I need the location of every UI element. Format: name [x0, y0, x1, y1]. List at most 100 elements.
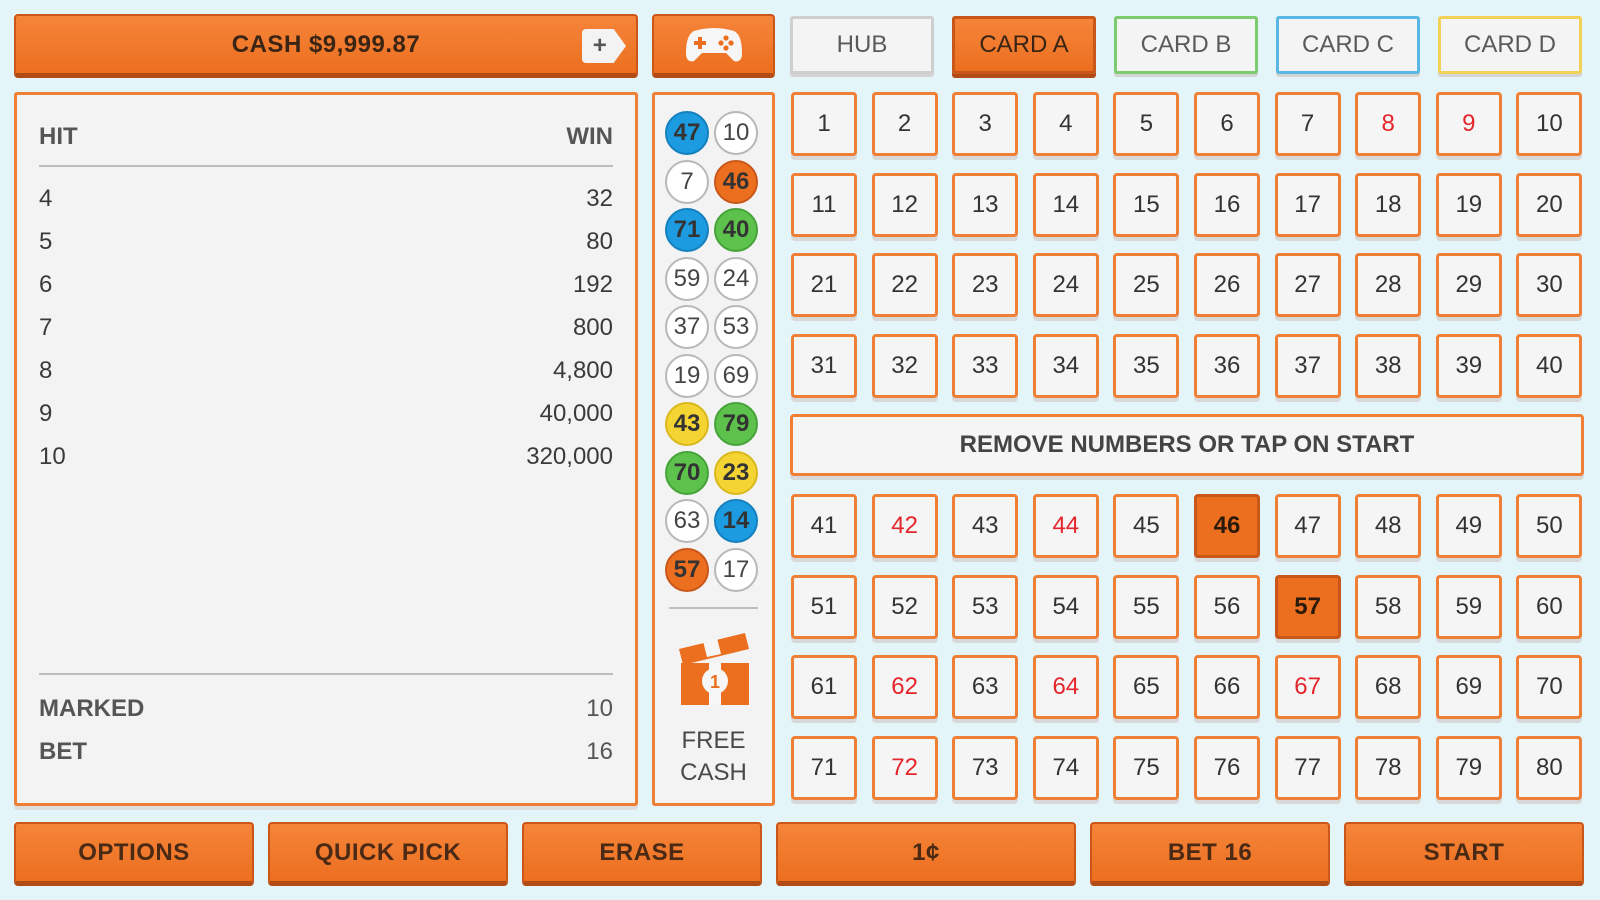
number-cell-26[interactable]: 26	[1194, 253, 1260, 317]
number-cell-6[interactable]: 6	[1194, 92, 1260, 156]
number-cell-11[interactable]: 11	[791, 172, 857, 237]
number-cell-61[interactable]: 61	[791, 655, 857, 719]
tab-card-c[interactable]: CARD C	[1276, 16, 1420, 74]
number-cell-5[interactable]: 5	[1113, 92, 1180, 156]
number-cell-2[interactable]: 2	[871, 92, 938, 156]
number-cell-15[interactable]: 15	[1113, 172, 1180, 237]
number-cell-77[interactable]: 77	[1274, 735, 1341, 800]
number-cell-30[interactable]: 30	[1516, 253, 1583, 317]
free-cash-label[interactable]: FREE CASH	[655, 725, 772, 789]
start-button[interactable]: START	[1344, 822, 1584, 886]
number-cell-75[interactable]: 75	[1113, 735, 1180, 800]
tab-card-a[interactable]: CARD A	[952, 16, 1096, 74]
tab-hub[interactable]: HUB	[790, 16, 934, 74]
number-cell-21[interactable]: 21	[791, 253, 857, 317]
tab-card-d[interactable]: CARD D	[1438, 16, 1582, 74]
number-cell-73[interactable]: 73	[952, 735, 1019, 800]
cash-display-button[interactable]: CASH $9,999.87 +	[14, 14, 638, 78]
number-cell-36[interactable]: 36	[1194, 333, 1260, 398]
number-cell-9[interactable]: 9	[1435, 92, 1502, 156]
denomination-button[interactable]: 1¢	[776, 822, 1076, 886]
number-cell-39[interactable]: 39	[1435, 333, 1502, 398]
erase-button[interactable]: ERASE	[522, 822, 762, 886]
number-cell-13[interactable]: 13	[952, 172, 1019, 237]
number-cell-41[interactable]: 41	[791, 494, 857, 558]
number-cell-79[interactable]: 79	[1435, 735, 1502, 800]
number-cell-31[interactable]: 31	[791, 333, 857, 398]
number-cell-28[interactable]: 28	[1355, 253, 1422, 317]
gift-box-icon[interactable]: 1	[673, 619, 755, 711]
number-cell-80[interactable]: 80	[1516, 735, 1583, 800]
number-cell-46[interactable]: 46	[1194, 494, 1260, 558]
number-cell-35[interactable]: 35	[1113, 333, 1180, 398]
number-cell-72[interactable]: 72	[871, 735, 938, 800]
number-cell-38[interactable]: 38	[1355, 333, 1422, 398]
number-cell-70[interactable]: 70	[1516, 655, 1583, 719]
number-cell-65[interactable]: 65	[1113, 655, 1180, 719]
number-cell-34[interactable]: 34	[1032, 333, 1099, 398]
number-cell-47[interactable]: 47	[1274, 494, 1341, 558]
options-button[interactable]: OPTIONS	[14, 822, 254, 886]
number-cell-57[interactable]: 57	[1274, 574, 1341, 639]
number-cell-22[interactable]: 22	[871, 253, 938, 317]
number-cell-44[interactable]: 44	[1032, 494, 1099, 558]
number-cell-50[interactable]: 50	[1516, 494, 1583, 558]
number-cell-78[interactable]: 78	[1355, 735, 1422, 800]
number-cell-20[interactable]: 20	[1516, 172, 1583, 237]
number-cell-45[interactable]: 45	[1113, 494, 1180, 558]
number-cell-74[interactable]: 74	[1032, 735, 1099, 800]
number-cell-14[interactable]: 14	[1032, 172, 1099, 237]
number-cell-23[interactable]: 23	[952, 253, 1019, 317]
number-cell-40[interactable]: 40	[1516, 333, 1583, 398]
number-cell-69[interactable]: 69	[1435, 655, 1502, 719]
number-cell-37[interactable]: 37	[1274, 333, 1341, 398]
number-cell-3[interactable]: 3	[952, 92, 1019, 156]
tab-card-b[interactable]: CARD B	[1114, 16, 1258, 74]
number-cell-66[interactable]: 66	[1194, 655, 1260, 719]
number-cell-52[interactable]: 52	[871, 574, 938, 639]
number-cell-49[interactable]: 49	[1435, 494, 1502, 558]
number-cell-10[interactable]: 10	[1516, 92, 1583, 156]
quick-pick-button[interactable]: QUICK PICK	[268, 822, 508, 886]
number-cell-42[interactable]: 42	[871, 494, 938, 558]
number-cell-43[interactable]: 43	[952, 494, 1019, 558]
number-cell-24[interactable]: 24	[1032, 253, 1099, 317]
number-cell-8[interactable]: 8	[1355, 92, 1422, 156]
number-cell-32[interactable]: 32	[871, 333, 938, 398]
number-cell-76[interactable]: 76	[1194, 735, 1260, 800]
number-cell-18[interactable]: 18	[1355, 172, 1422, 237]
number-cell-53[interactable]: 53	[952, 574, 1019, 639]
drawn-ball: 57	[665, 547, 709, 592]
number-cell-16[interactable]: 16	[1194, 172, 1260, 237]
number-cell-58[interactable]: 58	[1355, 574, 1422, 639]
number-cell-33[interactable]: 33	[952, 333, 1019, 398]
number-cell-12[interactable]: 12	[871, 172, 938, 237]
number-cell-54[interactable]: 54	[1032, 574, 1099, 639]
number-cell-60[interactable]: 60	[1516, 574, 1583, 639]
number-cell-1[interactable]: 1	[791, 92, 857, 156]
games-button[interactable]	[652, 14, 775, 78]
number-cell-68[interactable]: 68	[1355, 655, 1422, 719]
number-cell-7[interactable]: 7	[1274, 92, 1341, 156]
number-cell-29[interactable]: 29	[1435, 253, 1502, 317]
number-cell-62[interactable]: 62	[871, 655, 938, 719]
number-cell-63[interactable]: 63	[952, 655, 1019, 719]
number-cell-64[interactable]: 64	[1032, 655, 1099, 719]
number-cell-59[interactable]: 59	[1435, 574, 1502, 639]
number-cell-55[interactable]: 55	[1113, 574, 1180, 639]
number-cell-51[interactable]: 51	[791, 574, 857, 639]
number-cell-25[interactable]: 25	[1113, 253, 1180, 317]
paytable-header: HIT WIN	[39, 123, 613, 151]
number-cell-17[interactable]: 17	[1274, 172, 1341, 237]
bet-button[interactable]: BET 16	[1090, 822, 1330, 886]
number-cell-67[interactable]: 67	[1274, 655, 1341, 719]
number-cell-71[interactable]: 71	[791, 735, 857, 800]
number-cell-27[interactable]: 27	[1274, 253, 1341, 317]
number-cell-4[interactable]: 4	[1032, 92, 1099, 156]
add-cash-icon[interactable]: +	[582, 29, 626, 63]
win-amount: 800	[572, 314, 613, 341]
number-cell-48[interactable]: 48	[1355, 494, 1422, 558]
drawn-ball: 43	[665, 402, 709, 446]
number-cell-19[interactable]: 19	[1435, 172, 1502, 237]
number-cell-56[interactable]: 56	[1194, 574, 1260, 639]
